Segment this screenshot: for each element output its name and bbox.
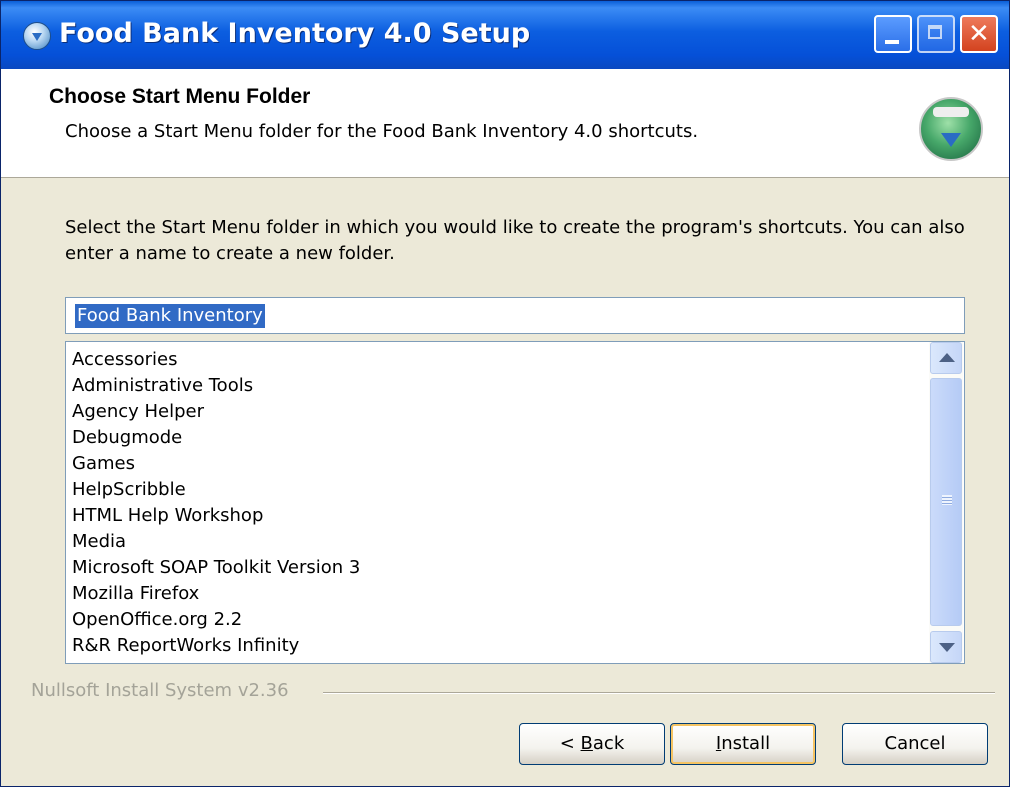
list-item[interactable]: Accessories [72,348,178,372]
folder-name-value: Food Bank Inventory [75,304,265,328]
branding-divider [323,692,995,694]
list-item[interactable]: HTML Help Workshop [72,504,263,528]
maximize-button [917,15,955,53]
minimize-button[interactable] [874,15,912,53]
scroll-thumb[interactable] [930,378,962,626]
scroll-up-button[interactable] [930,342,962,374]
list-item[interactable]: Mozilla Firefox [72,582,199,606]
instructions-text: Select the Start Menu folder in which yo… [65,217,965,264]
grip-icon [942,495,952,505]
minimize-icon [885,40,899,44]
page-subtitle: Choose a Start Menu folder for the Food … [65,121,699,142]
cancel-button[interactable]: Cancel [842,723,988,765]
page-title: Choose Start Menu Folder [49,85,311,108]
chevron-down-icon [939,643,955,652]
list-item[interactable]: Agency Helper [72,400,204,424]
install-button[interactable]: Install [670,723,816,765]
branding-text: Nullsoft Install System v2.36 [31,680,289,701]
list-item[interactable]: HelpScribble [72,478,186,502]
window-title: Food Bank Inventory 4.0 Setup [59,18,531,49]
installer-app-icon [23,22,51,50]
list-item[interactable]: OpenOffice.org 2.2 [72,608,242,632]
close-icon: ✕ [968,19,990,49]
scroll-down-button[interactable] [930,631,962,663]
list-item[interactable]: Games [72,452,135,476]
title-bar[interactable]: Food Bank Inventory 4.0 Setup ✕ [1,1,1009,69]
maximize-icon [928,25,942,39]
list-item[interactable]: R&R ReportWorks Infinity [72,634,299,658]
chevron-up-icon [939,353,955,362]
back-button[interactable]: < Back [519,723,665,765]
list-item[interactable]: Media [72,530,126,554]
back-label-prefix: < [559,733,581,754]
back-label-mnemonic: B [580,733,593,754]
install-label-rest: nstall [721,733,771,754]
folder-name-input[interactable]: Food Bank Inventory [65,297,965,334]
folder-list-scrollbar[interactable] [929,342,963,663]
folder-list[interactable]: Accessories Administrative Tools Agency … [65,341,965,664]
list-item[interactable]: Microsoft SOAP Toolkit Version 3 [72,556,360,580]
installer-globe-icon [919,97,983,161]
setup-window: Food Bank Inventory 4.0 Setup ✕ Choose S… [0,0,1010,787]
list-item[interactable]: Administrative Tools [72,374,253,398]
list-item[interactable]: Debugmode [72,426,182,450]
close-button[interactable]: ✕ [960,15,998,53]
back-label-rest: ack [592,733,625,754]
